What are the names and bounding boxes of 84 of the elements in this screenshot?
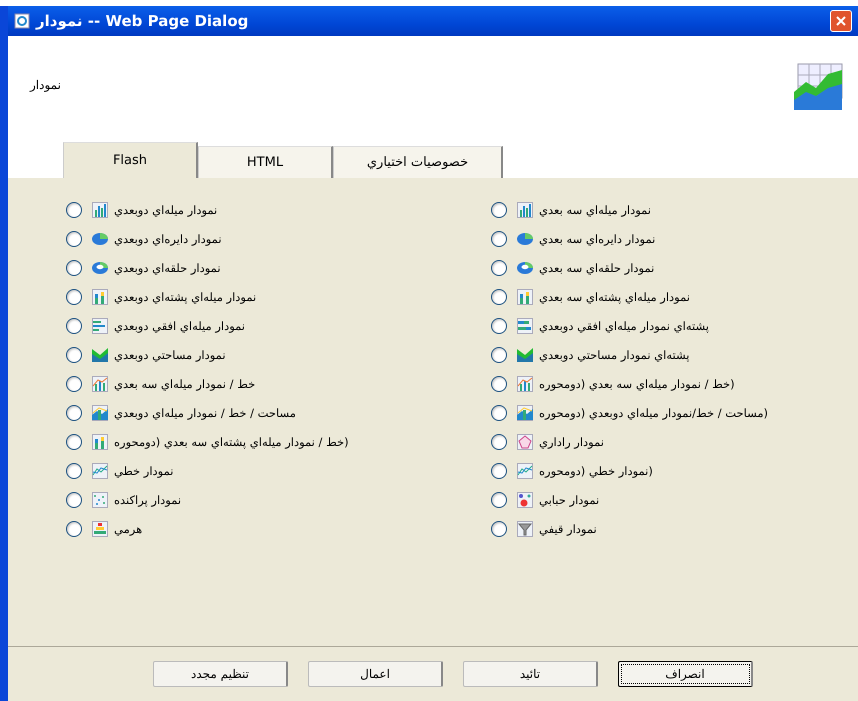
dialog-button[interactable]: اعمال [308, 661, 443, 687]
option-label: (خط / نمودار ميله‌اي پشته‌اي سه بعدي (دومحوره [114, 435, 349, 449]
radio-button[interactable] [491, 376, 507, 392]
chart-icon [517, 260, 533, 276]
chart-icon [92, 521, 108, 537]
chart-icon [92, 231, 108, 247]
chart-icon [92, 463, 108, 479]
option-label: نمودار پراكنده [114, 493, 182, 507]
chart-icon [92, 405, 108, 421]
chart-icon [517, 318, 533, 334]
chart-icon [517, 289, 533, 305]
chart-icon [92, 202, 108, 218]
chart-icon [92, 376, 108, 392]
chart-icon [517, 521, 533, 537]
radio-button[interactable] [66, 492, 82, 508]
option-label: نمودار حبابي [539, 493, 600, 507]
option-label: پشته‌اي نمودار مساحتي دوبعدي [539, 348, 690, 362]
option-label: نمودار مساحتي دوبعدي [114, 348, 226, 362]
option-label: (خط / نمودار ميله‌اي سه بعدي (دومحوره [539, 377, 735, 391]
option-label: نمودار ميله‌اي افقي دوبعدي [114, 319, 245, 333]
option-label: نمودار حلقه‌اي دوبعدي [114, 261, 221, 275]
radio-button[interactable] [491, 260, 507, 276]
radio-button[interactable] [491, 463, 507, 479]
option-label: نمودار ميله‌اي دوبعدي [114, 203, 218, 217]
radio-button[interactable] [66, 376, 82, 392]
radio-button[interactable] [66, 231, 82, 247]
radio-button[interactable] [491, 202, 507, 218]
chart-icon [517, 405, 533, 421]
option-label: نمودار قيفي [539, 522, 597, 536]
radio-button[interactable] [491, 492, 507, 508]
chart-icon [517, 492, 533, 508]
chart-icon [517, 463, 533, 479]
header-label: نمودار [30, 78, 61, 92]
option-label: خط / نمودار ميله‌اي سه بعدي [114, 377, 256, 391]
option-label: هرمي [114, 522, 142, 536]
option-label: پشته‌اي نمودار ميله‌اي افقي دوبعدي [539, 319, 709, 333]
chart-icon [517, 202, 533, 218]
chart-icon [92, 492, 108, 508]
tab[interactable]: خصوصيات اختياري [333, 146, 503, 178]
radio-button[interactable] [66, 521, 82, 537]
window-title: Web Page Dialog -- نمودار [36, 12, 248, 30]
option-label: نمودار حلقه‌اي سه بعدي [539, 261, 654, 275]
radio-button[interactable] [491, 405, 507, 421]
chart-icon [92, 318, 108, 334]
radio-button[interactable] [491, 521, 507, 537]
tab[interactable]: HTML [198, 146, 333, 178]
chart-icon [517, 376, 533, 392]
close-icon [835, 15, 847, 27]
radio-button[interactable] [491, 434, 507, 450]
chart-icon [92, 347, 108, 363]
radio-button[interactable] [66, 260, 82, 276]
option-label: (مساحت / خط/نمودار ميله‌اي دوبعدي (دومحوره [539, 406, 768, 420]
chart-icon [517, 231, 533, 247]
option-label: نمودار ميله‌اي پشته‌اي دوبعدي [114, 290, 256, 304]
radio-button[interactable] [491, 289, 507, 305]
radio-button[interactable] [491, 318, 507, 334]
option-label: نمودار ميله‌اي پشته‌اي سه بعدي [539, 290, 690, 304]
chart-icon [517, 434, 533, 450]
chart-icon [92, 434, 108, 450]
radio-button[interactable] [66, 434, 82, 450]
radio-button[interactable] [491, 231, 507, 247]
dialog-button[interactable]: انصراف [618, 661, 753, 687]
close-button[interactable] [830, 10, 852, 32]
chart-icon [92, 260, 108, 276]
option-label: نمودار راداري [539, 435, 604, 449]
chart-icon [92, 289, 108, 305]
radio-button[interactable] [66, 289, 82, 305]
chart-icon [517, 347, 533, 363]
radio-button[interactable] [66, 347, 82, 363]
dialog-button[interactable]: تنظيم مجدد [153, 661, 288, 687]
radio-button[interactable] [66, 318, 82, 334]
dialog-button[interactable]: تائيد [463, 661, 598, 687]
page-icon [14, 13, 30, 29]
option-label: نمودار خطي [114, 464, 174, 478]
option-label: نمودار دايره‌اي سه بعدي [539, 232, 656, 246]
radio-button[interactable] [66, 463, 82, 479]
option-label: نمودار دايره‌اي دوبعدي [114, 232, 222, 246]
radio-button[interactable] [66, 202, 82, 218]
radio-button[interactable] [66, 405, 82, 421]
radio-button[interactable] [491, 347, 507, 363]
tab[interactable]: Flash [63, 142, 198, 178]
option-label: (نمودار خطي (دومحوره [539, 464, 653, 478]
option-label: نمودار ميله‌اي سه بعدي [539, 203, 652, 217]
option-label: مساحت / خط / نمودار ميله‌اي دوبعدي [114, 406, 296, 420]
